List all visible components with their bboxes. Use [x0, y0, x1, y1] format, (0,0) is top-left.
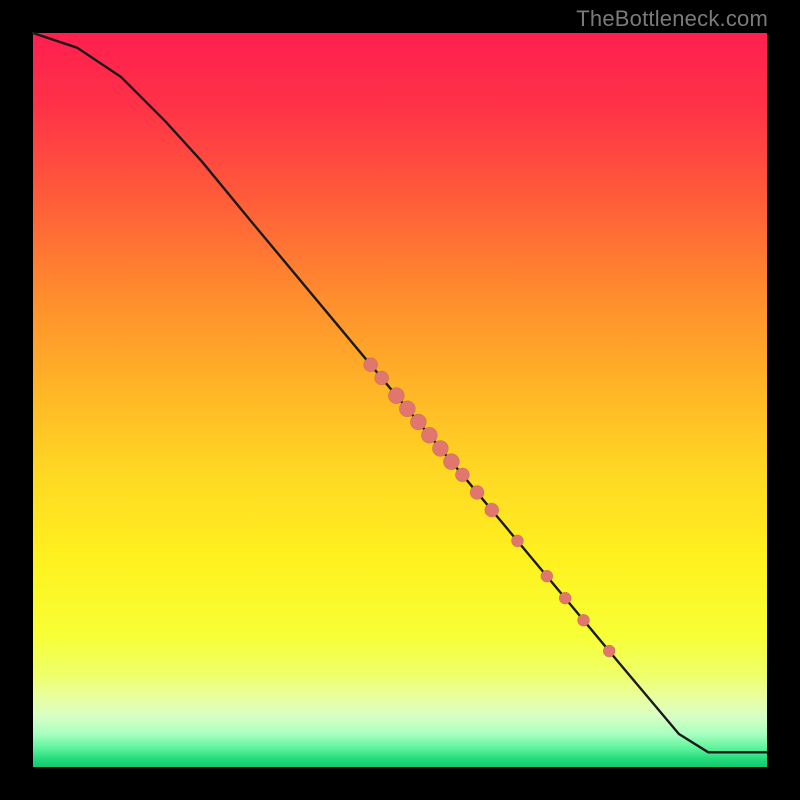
data-point-5	[421, 427, 437, 443]
data-point-3	[399, 401, 415, 417]
data-point-11	[511, 535, 523, 547]
data-point-8	[455, 468, 469, 482]
data-point-13	[559, 592, 571, 604]
data-point-0	[364, 358, 378, 372]
chart-frame: TheBottleneck.com	[0, 0, 800, 800]
data-point-10	[485, 503, 499, 517]
watermark-text: TheBottleneck.com	[576, 6, 768, 32]
data-point-4	[410, 414, 426, 430]
data-point-15	[603, 645, 615, 657]
data-point-12	[541, 570, 553, 582]
data-point-2	[388, 388, 404, 404]
chart-svg	[33, 33, 767, 767]
data-point-9	[470, 485, 484, 499]
data-point-6	[432, 440, 448, 456]
data-point-1	[375, 371, 389, 385]
data-point-7	[443, 454, 459, 470]
data-point-14	[578, 614, 590, 626]
